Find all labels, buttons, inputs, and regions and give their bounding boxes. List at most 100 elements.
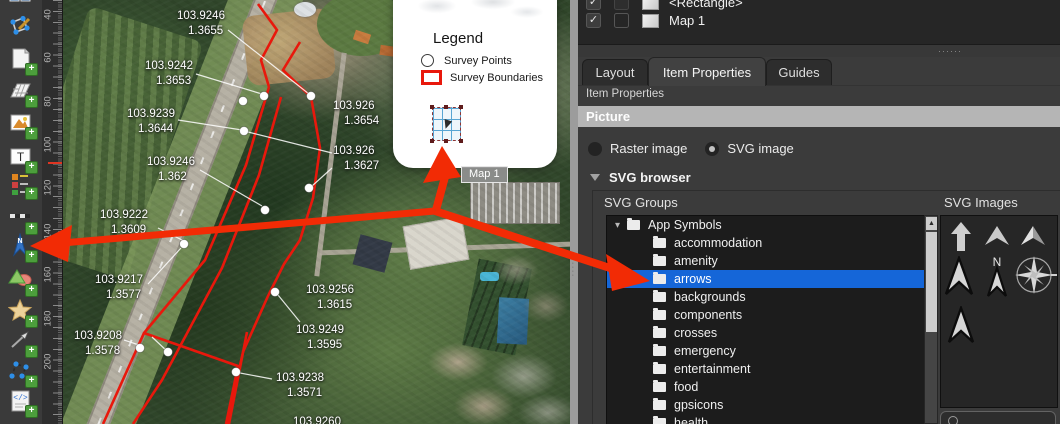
visibility-checkbox[interactable]: ✓ [586,13,601,28]
add-node-item-button[interactable]: + [8,358,38,388]
vertical-ruler: 40 60 80 100 120 140 160 180 200 [42,0,63,424]
item-label[interactable]: <Rectangle> [669,0,743,10]
tree-row-emergency[interactable]: emergency [607,342,925,360]
outlined-chevron-arrow-icon[interactable] [947,306,975,346]
picture-section-header[interactable]: Picture [578,106,1060,127]
cursor-position-marker [48,162,62,164]
survey-points-symbol [421,54,434,67]
add-arrow-button[interactable]: + [8,328,38,358]
add-html-button[interactable]: </> + [8,388,38,418]
add-shape-button[interactable]: + [8,267,38,297]
survey-label: 103.9222 1.3609 [100,209,148,236]
svg-text:N: N [17,238,22,245]
map-item-icon [642,13,659,28]
tree-row-accommodation[interactable]: accommodation [607,234,925,252]
tree-row-crosses[interactable]: crosses [607,324,925,342]
ruler-tick-label: 140 [42,223,54,240]
add-map-button[interactable]: + [8,78,38,108]
plus-badge: + [25,95,38,108]
plus-badge: + [25,250,38,263]
survey-label: 103.9239 1.3644 [127,108,175,135]
svg-images-grid[interactable]: N [940,215,1058,408]
item-row-map1[interactable]: ✓ Map 1 [578,11,1060,30]
tree-row-backgrounds[interactable]: backgrounds [607,288,925,306]
add-label-button[interactable]: T + [8,144,38,174]
layout-items-list: ✓ <Rectangle> ✓ Map 1 [578,0,1060,45]
raster-image-label[interactable]: Raster image [610,141,687,156]
svg-image-radio[interactable] [705,141,720,156]
up-block-arrow-icon[interactable] [949,221,973,253]
qgis-layout-window: 103.9246 1.3655 103.9242 1.3653 103.9239 1.… [0,0,1060,424]
lock-checkbox[interactable] [614,0,629,10]
tree-row-app-symbols[interactable]: ▾ App Symbols [607,216,925,234]
plus-badge: + [25,345,38,358]
plus-badge: + [25,315,38,328]
ruler-tick-label: 120 [42,179,54,196]
add-marker-button[interactable]: + [7,298,38,328]
tree-row-gpsicons[interactable]: gpsicons [607,396,925,414]
survey-label: 103.9256 1.3615 [306,284,354,311]
panel-divider[interactable]: ······ [578,45,1060,57]
cursor-icon [441,118,453,131]
selected-svg-picture-item[interactable] [430,105,463,143]
half-filled-arrow-icon[interactable] [1019,225,1047,247]
add-scalebar-button[interactable]: + [8,205,38,235]
folder-icon [653,253,666,266]
splitter-grip: ∙ ∙ ∙ ∙ ∙ [572,256,574,279]
partial-tool-icon[interactable] [8,0,36,16]
image-type-radios: Raster image SVG image [588,141,794,156]
tab-guides[interactable]: Guides [766,59,832,85]
raster-image-radio[interactable] [588,141,602,156]
compass-rose-icon[interactable] [1013,254,1058,296]
lock-checkbox[interactable] [614,13,629,28]
layout-page-legend-card[interactable]: Legend Survey Points Survey Boundaries [393,0,557,168]
page-map-ghost [407,0,543,20]
ruler-tick-label: 200 [42,353,54,370]
tree-scrollbar[interactable]: ▲ [924,215,938,424]
add-north-arrow-button[interactable]: N + [8,232,38,263]
ruler-tick-label: 180 [42,310,54,327]
folder-icon [653,343,666,356]
survey-label: 103.9246 1.362 [147,156,195,183]
folder-icon [653,289,666,302]
tree-row-amenity[interactable]: amenity [607,252,925,270]
panel-splitter[interactable]: ∙ ∙ ∙ ∙ ∙ [570,0,578,424]
svg-groups-label: SVG Groups [604,195,678,210]
outlined-chevron-arrow-icon[interactable] [944,256,974,298]
survey-label: 103.926 1.3627 [333,145,380,172]
legend-title: Legend [433,30,484,47]
plus-badge: + [25,63,38,76]
tree-row-health[interactable]: health [607,414,925,424]
svg-browser-header[interactable]: SVG browser [590,170,691,185]
scroll-up-button[interactable]: ▲ [926,217,937,230]
add-picture-button[interactable]: + [8,110,38,140]
tree-row-food[interactable]: food [607,378,925,396]
ruler-tick-label: 40 [42,9,54,20]
edit-nodes-tool-button[interactable] [8,15,36,43]
tab-item-properties[interactable]: Item Properties [648,57,766,86]
svg-search-input[interactable] [940,411,1056,424]
svg-image-label[interactable]: SVG image [727,141,793,156]
panel-title: Item Properties [586,88,664,100]
panel-tabs: Layout Item Properties Guides [578,57,1060,86]
folder-icon [627,217,640,230]
tab-layout[interactable]: Layout [582,59,648,85]
tree-row-components[interactable]: components [607,306,925,324]
folder-icon [653,415,666,424]
add-legend-button[interactable]: + [8,170,38,200]
visibility-checkbox[interactable]: ✓ [586,0,601,10]
chevron-arrow-icon[interactable] [983,225,1011,247]
tree-row-entertainment[interactable]: entertainment [607,360,925,378]
plus-badge: + [25,187,38,200]
add-page-button[interactable]: + [8,46,38,76]
item-label[interactable]: Map 1 [669,13,705,28]
folder-icon [653,307,666,320]
scrollbar-thumb[interactable] [926,232,937,332]
north-n-arrow-icon[interactable]: N [985,254,1009,298]
tree-row-arrows[interactable]: arrows [607,270,925,288]
ruler-tick-label: 100 [42,136,54,153]
folder-icon [653,397,666,410]
expander-icon[interactable]: ▾ [615,220,627,231]
svg-groups-tree[interactable]: ▾ App Symbols accommodation amenity arro… [606,215,926,424]
survey-label: 103.9238 1.3571 [276,372,324,399]
